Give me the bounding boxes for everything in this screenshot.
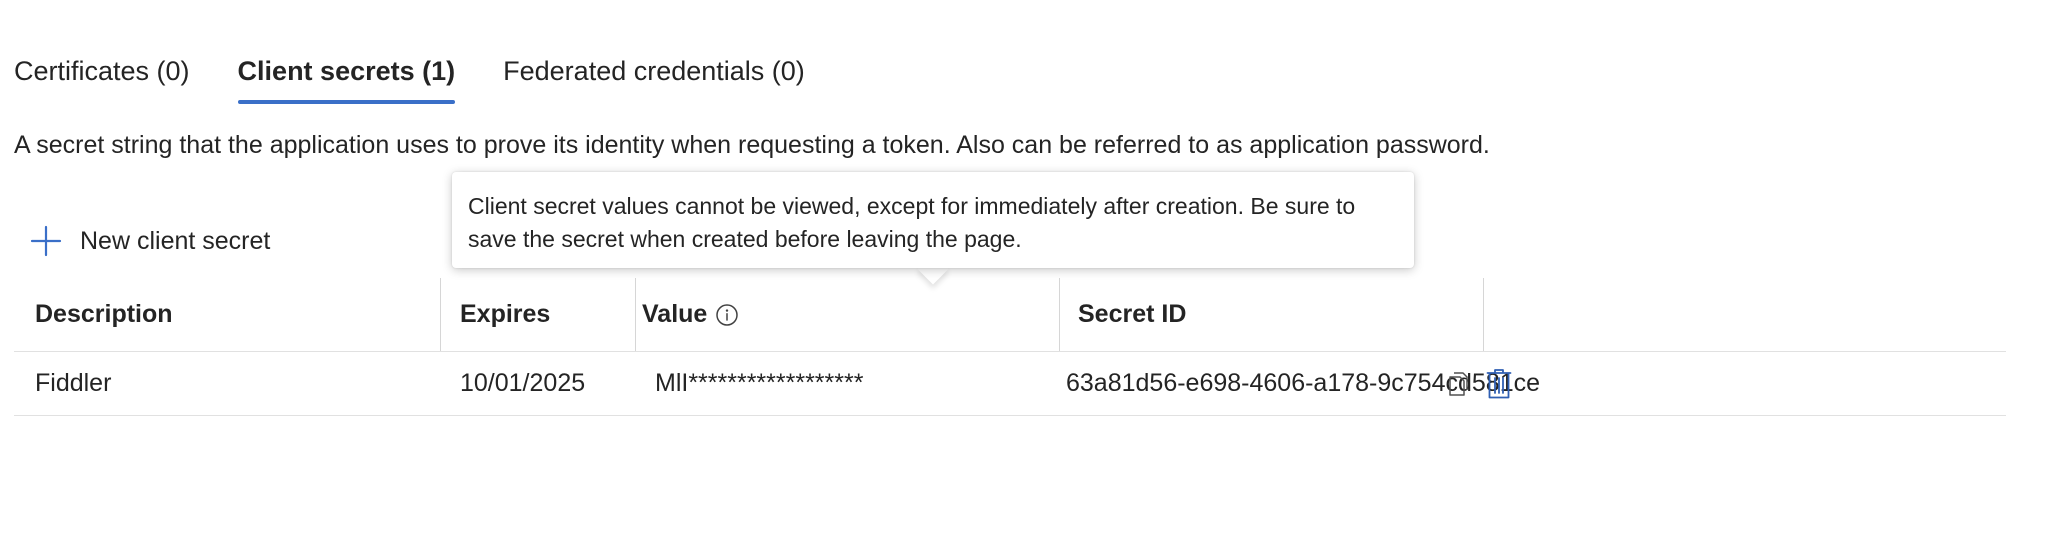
column-header-secret-id[interactable]: Secret ID bbox=[1078, 278, 1186, 351]
tab-certificates[interactable]: Certificates (0) bbox=[14, 52, 190, 104]
column-divider[interactable] bbox=[635, 278, 636, 351]
column-header-description[interactable]: Description bbox=[35, 278, 173, 351]
row-value-masked: MlI****************** bbox=[655, 369, 864, 397]
new-client-secret-button[interactable]: New client secret bbox=[30, 225, 270, 257]
column-divider[interactable] bbox=[440, 278, 441, 351]
column-header-value[interactable]: Value bbox=[642, 278, 739, 351]
client-secrets-table: Description Expires Value Secret ID Fidd… bbox=[14, 278, 2006, 416]
new-client-secret-label: New client secret bbox=[80, 226, 271, 255]
tab-federated-credentials[interactable]: Federated credentials (0) bbox=[503, 52, 805, 104]
trash-icon bbox=[1486, 368, 1512, 398]
info-icon[interactable] bbox=[715, 303, 739, 327]
table-row[interactable]: Fiddler 10/01/2025 MlI******************… bbox=[14, 352, 2006, 416]
column-header-expires[interactable]: Expires bbox=[460, 278, 550, 351]
tab-client-secrets[interactable]: Client secrets (1) bbox=[237, 52, 455, 104]
credentials-tabs: Certificates (0) Client secrets (1) Fede… bbox=[14, 52, 805, 104]
column-header-value-label: Value bbox=[642, 300, 708, 328]
delete-secret-button[interactable] bbox=[1486, 352, 1512, 415]
value-info-tooltip: Client secret values cannot be viewed, e… bbox=[452, 172, 1414, 268]
copy-icon bbox=[1449, 371, 1468, 396]
row-description: Fiddler bbox=[35, 369, 112, 397]
plus-icon bbox=[30, 225, 62, 257]
row-expires: 10/01/2025 bbox=[460, 369, 586, 397]
copy-secret-id-button[interactable] bbox=[1446, 352, 1470, 415]
client-secrets-page: Certificates (0) Client secrets (1) Fede… bbox=[0, 0, 2060, 550]
table-header: Description Expires Value Secret ID bbox=[14, 278, 2006, 352]
column-divider[interactable] bbox=[1059, 278, 1060, 351]
section-description: A secret string that the application use… bbox=[14, 131, 1490, 159]
column-divider[interactable] bbox=[1483, 278, 1484, 351]
